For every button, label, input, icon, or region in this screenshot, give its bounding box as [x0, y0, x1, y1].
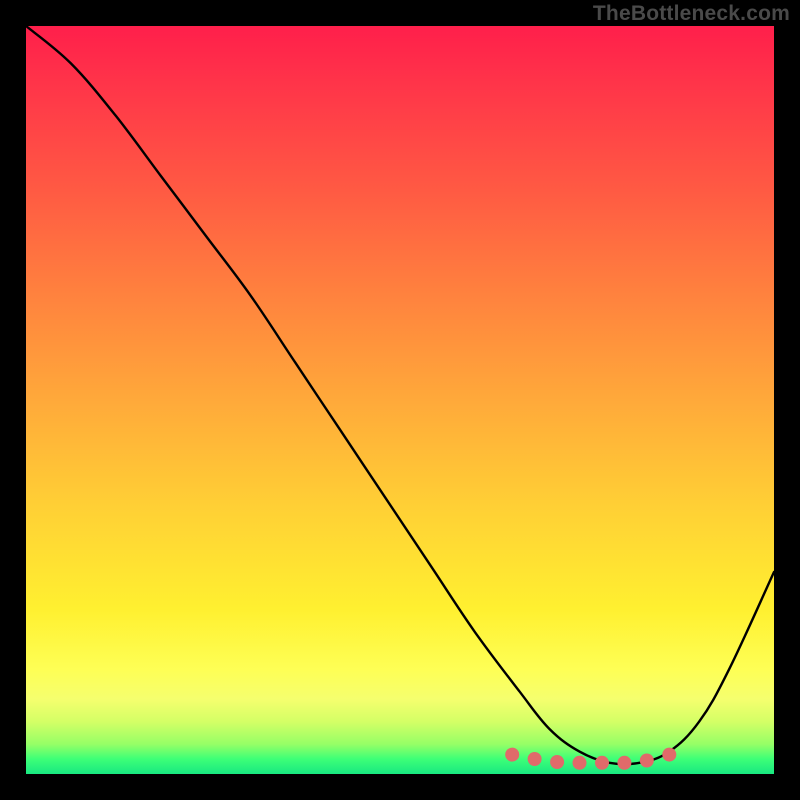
watermark-label: TheBottleneck.com: [593, 2, 790, 26]
chart-svg: [26, 26, 774, 774]
plot-area: [26, 26, 774, 774]
optimal-range-markers: [505, 748, 676, 770]
marker-dot: [662, 748, 676, 762]
marker-dot: [528, 752, 542, 766]
marker-dot: [573, 756, 587, 770]
marker-dot: [617, 756, 631, 770]
marker-dot: [595, 756, 609, 770]
marker-dot: [505, 748, 519, 762]
chart-frame: TheBottleneck.com: [0, 0, 800, 800]
marker-dot: [550, 755, 564, 769]
marker-dot: [640, 754, 654, 768]
bottleneck-curve: [26, 26, 774, 764]
